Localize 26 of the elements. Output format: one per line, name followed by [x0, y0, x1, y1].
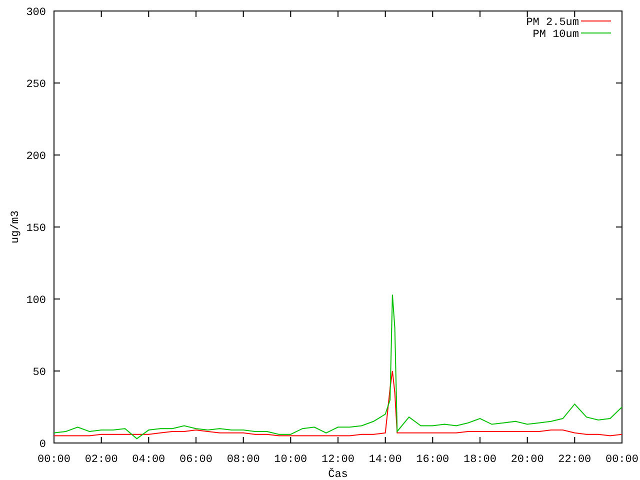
tick-label: 0 — [39, 439, 46, 451]
tick-label: 50 — [32, 367, 46, 379]
tick-label: 10:00 — [274, 454, 308, 466]
tick-label: 18:00 — [464, 454, 496, 466]
tick-label: 00:00 — [38, 454, 70, 466]
tick-label: 150 — [26, 223, 46, 235]
tick-label: 300 — [26, 7, 46, 19]
legend-line — [580, 32, 612, 34]
tick-label: 20:00 — [510, 454, 544, 466]
legend-label: PM 2.5um — [526, 17, 579, 29]
axis-title: ug/m3 — [10, 210, 22, 244]
axis-title: Čas — [328, 469, 348, 480]
tick-label: 250 — [26, 79, 46, 91]
legend-label: PM 10um — [532, 29, 579, 41]
tick-label: 12:00 — [322, 454, 354, 466]
tick-label: 200 — [26, 151, 46, 163]
tick-label: 16:00 — [416, 454, 450, 466]
tick-label: 00:00 — [606, 454, 638, 466]
tick-label: 14:00 — [368, 454, 402, 466]
tick-label: 22:00 — [558, 454, 592, 466]
tick-label: 02:00 — [84, 454, 118, 466]
tick-label: 06:00 — [180, 454, 212, 466]
tick-label: 08:00 — [226, 454, 260, 466]
legend-line — [580, 20, 612, 22]
tick-label: 04:00 — [132, 454, 166, 466]
tick-label: 100 — [26, 295, 46, 307]
